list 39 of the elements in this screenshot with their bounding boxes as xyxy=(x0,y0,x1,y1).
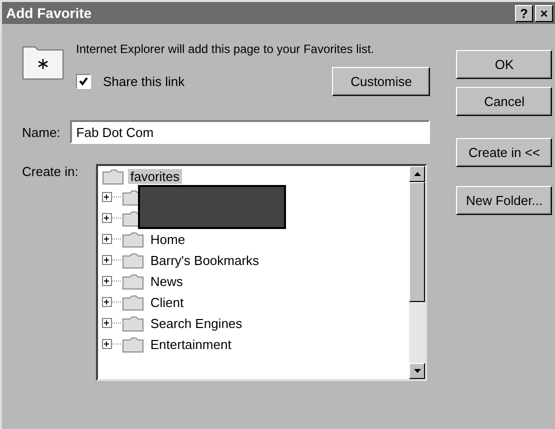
tree-item[interactable]: News xyxy=(148,274,185,289)
help-button[interactable]: ? xyxy=(515,4,533,22)
tree-item[interactable]: Barry's Bookmarks xyxy=(148,253,262,268)
create-in-button[interactable]: Create in << xyxy=(456,138,552,167)
folder-icon xyxy=(122,252,144,268)
cancel-button[interactable]: Cancel xyxy=(456,87,552,116)
expand-icon[interactable] xyxy=(102,297,122,308)
tree-item[interactable]: Search Engines xyxy=(148,316,244,331)
folder-icon xyxy=(102,168,124,184)
folder-icon xyxy=(122,274,144,290)
expand-icon[interactable] xyxy=(102,255,122,266)
create-in-label: Create in: xyxy=(22,164,78,181)
scroll-up-icon[interactable] xyxy=(414,172,421,176)
checkbox-label: Share this link xyxy=(103,74,185,89)
customise-button[interactable]: Customise xyxy=(332,67,430,96)
close-button[interactable]: × xyxy=(535,4,553,22)
expand-icon[interactable] xyxy=(102,276,122,287)
scrollbar[interactable] xyxy=(409,166,426,379)
expand-icon[interactable] xyxy=(102,339,122,350)
tree-item[interactable]: Home xyxy=(148,232,188,247)
name-label: Name: xyxy=(22,124,60,140)
ok-button[interactable]: OK xyxy=(456,50,552,79)
share-checkbox[interactable] xyxy=(76,74,91,89)
tree-item[interactable]: favorites xyxy=(128,169,182,184)
scroll-down-icon[interactable] xyxy=(414,369,421,373)
name-input[interactable]: Fab Dot Com xyxy=(70,120,430,144)
expand-icon[interactable] xyxy=(102,234,122,245)
tree-item[interactable]: Client xyxy=(148,295,186,310)
expand-icon[interactable] xyxy=(102,192,122,203)
folder-icon xyxy=(122,316,144,332)
new-folder-button[interactable]: New Folder... xyxy=(456,186,552,215)
window-title: Add Favorite xyxy=(6,5,92,21)
expand-icon[interactable] xyxy=(102,318,122,329)
folder-icon xyxy=(122,232,144,248)
tree-item[interactable]: Entertainment xyxy=(148,337,234,352)
info-message: Internet Explorer will add this page to your Favorites list. xyxy=(76,42,376,56)
folder-icon xyxy=(122,294,144,310)
folder-icon xyxy=(122,336,144,352)
expand-icon[interactable] xyxy=(102,213,122,224)
